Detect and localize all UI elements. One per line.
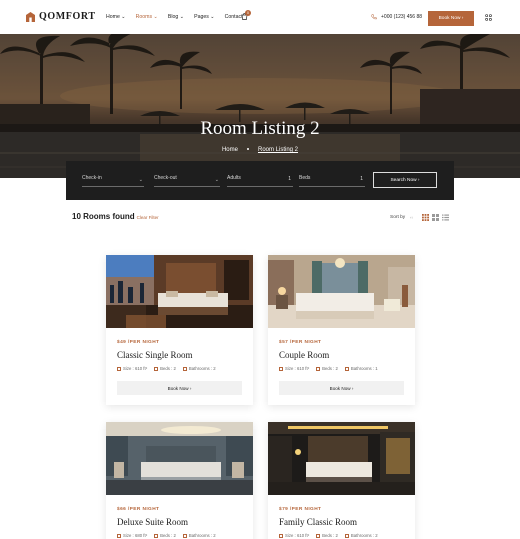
bed-icon bbox=[154, 533, 159, 538]
list-icon[interactable] bbox=[442, 214, 449, 221]
checkin-label: Check-in bbox=[82, 175, 102, 181]
room-name[interactable]: Classic Single Room bbox=[117, 350, 193, 360]
chevron-down-icon: ⌄ bbox=[138, 177, 143, 183]
sort-label: Sort by bbox=[390, 215, 406, 220]
room-meta: Size : 610 ft² Beds : 2 Bathrooms : 1 bbox=[279, 366, 378, 371]
room-beds: Beds : 2 bbox=[154, 366, 176, 371]
size-icon bbox=[279, 533, 283, 538]
checkin-field[interactable]: Check-in ⌄ bbox=[82, 175, 144, 187]
room-baths: Bathrooms : 2 bbox=[182, 366, 216, 371]
adults-value: 1 bbox=[288, 176, 291, 182]
size-icon bbox=[117, 366, 121, 371]
sort-select[interactable]: ‹‹ bbox=[410, 215, 413, 220]
room-card[interactable]: $49 /PER NIGHT Classic Single Room Size … bbox=[106, 255, 253, 405]
room-meta: Size : 680 ft² Beds : 2 Bathrooms : 2 bbox=[117, 533, 216, 538]
page-title: Room Listing 2 bbox=[200, 118, 320, 139]
hero-banner: Room Listing 2 Home Room Listing 2 bbox=[0, 34, 520, 178]
room-size: Size : 610 ft² bbox=[279, 366, 309, 371]
breadcrumb: Home Room Listing 2 bbox=[0, 147, 520, 153]
nav-contact[interactable]: Contact bbox=[225, 14, 243, 20]
room-beds: Beds : 2 bbox=[154, 533, 176, 538]
room-image[interactable] bbox=[268, 255, 415, 328]
search-now-button[interactable]: Search Now › bbox=[373, 172, 437, 188]
nav-home[interactable]: Home ⌄ bbox=[106, 14, 126, 20]
room-baths: Bathrooms : 2 bbox=[344, 533, 378, 538]
room-card[interactable]: $57 /PER NIGHT Couple Room Size : 610 ft… bbox=[268, 255, 415, 405]
room-name[interactable]: Family Classic Room bbox=[279, 517, 357, 527]
hero-background-image bbox=[0, 34, 520, 178]
bath-icon bbox=[182, 366, 187, 371]
size-icon bbox=[117, 533, 121, 538]
room-meta: Size : 610 ft² Beds : 2 Bathrooms : 2 bbox=[117, 366, 216, 371]
cart-count-badge: 0 bbox=[245, 10, 251, 16]
logo-text: QOMFORT bbox=[39, 11, 96, 22]
bed-icon bbox=[316, 533, 321, 538]
room-price: $79 /PER NIGHT bbox=[279, 507, 322, 512]
adults-field[interactable]: Adults 1 bbox=[227, 175, 293, 187]
nav-rooms[interactable]: Rooms ⌄ bbox=[136, 14, 158, 20]
chevron-down-icon: ⌄ bbox=[214, 177, 219, 183]
header-book-button[interactable]: Book Now › bbox=[428, 11, 474, 26]
room-size: Size : 610 ft² bbox=[117, 366, 147, 371]
main-nav: Home ⌄ Rooms ⌄ Blog ⌄ Pages ⌄ Contact bbox=[106, 14, 243, 20]
room-beds: Beds : 2 bbox=[316, 366, 338, 371]
room-image[interactable] bbox=[268, 422, 415, 495]
bed-icon bbox=[154, 366, 159, 371]
logo-icon bbox=[26, 11, 35, 22]
phone-icon bbox=[371, 14, 377, 20]
room-image[interactable] bbox=[106, 255, 253, 328]
size-icon bbox=[279, 366, 283, 371]
room-price: $49 /PER NIGHT bbox=[117, 340, 160, 345]
menu-grid-icon[interactable] bbox=[485, 14, 492, 21]
room-size: Size : 610 ft² bbox=[279, 533, 309, 538]
room-name[interactable]: Couple Room bbox=[279, 350, 329, 360]
room-image[interactable] bbox=[106, 422, 253, 495]
room-size: Size : 680 ft² bbox=[117, 533, 147, 538]
checkout-field[interactable]: Check-out ⌄ bbox=[154, 175, 220, 187]
breadcrumb-home[interactable]: Home bbox=[222, 147, 238, 153]
booking-search-bar: Check-in ⌄ Check-out ⌄ Adults 1 Beds 1 S… bbox=[66, 161, 454, 200]
room-card[interactable]: $66 /PER NIGHT Deluxe Suite Room Size : … bbox=[106, 422, 253, 539]
adults-label: Adults bbox=[227, 175, 241, 181]
room-meta: Size : 610 ft² Beds : 2 Bathrooms : 2 bbox=[279, 533, 378, 538]
breadcrumb-current: Room Listing 2 bbox=[257, 147, 299, 153]
results-count: 10 Rooms found bbox=[72, 212, 135, 221]
results-summary: 10 Rooms found Clear Filter bbox=[72, 212, 159, 221]
nav-blog[interactable]: Blog ⌄ bbox=[168, 14, 184, 20]
room-name[interactable]: Deluxe Suite Room bbox=[117, 517, 188, 527]
room-price: $66 /PER NIGHT bbox=[117, 507, 160, 512]
beds-value: 1 bbox=[360, 176, 363, 182]
breadcrumb-separator bbox=[246, 148, 249, 150]
clear-filter-link[interactable]: Clear Filter bbox=[137, 215, 159, 220]
book-now-button[interactable]: Book Now › bbox=[279, 381, 404, 395]
phone-number: +000 (123) 456 88 bbox=[381, 14, 423, 20]
checkout-label: Check-out bbox=[154, 175, 177, 181]
room-baths: Bathrooms : 2 bbox=[182, 533, 216, 538]
grid-2-icon[interactable] bbox=[432, 214, 439, 221]
book-now-button[interactable]: Book Now › bbox=[117, 381, 242, 395]
bath-icon bbox=[344, 533, 349, 538]
room-beds: Beds : 2 bbox=[316, 533, 338, 538]
bed-icon bbox=[316, 366, 321, 371]
bath-icon bbox=[182, 533, 187, 538]
grid-3-icon[interactable] bbox=[422, 214, 429, 221]
beds-field[interactable]: Beds 1 bbox=[299, 175, 365, 187]
room-price: $57 /PER NIGHT bbox=[279, 340, 322, 345]
room-baths: Bathrooms : 1 bbox=[344, 366, 378, 371]
room-card[interactable]: $79 /PER NIGHT Family Classic Room Size … bbox=[268, 422, 415, 539]
beds-label: Beds bbox=[299, 175, 311, 181]
phone-contact[interactable]: +000 (123) 456 88 bbox=[371, 14, 422, 20]
nav-pages[interactable]: Pages ⌄ bbox=[194, 14, 215, 20]
logo[interactable]: QOMFORT bbox=[26, 11, 96, 22]
bath-icon bbox=[344, 366, 349, 371]
site-header: QOMFORT Home ⌄ Rooms ⌄ Blog ⌄ Pages ⌄ Co… bbox=[0, 0, 520, 34]
